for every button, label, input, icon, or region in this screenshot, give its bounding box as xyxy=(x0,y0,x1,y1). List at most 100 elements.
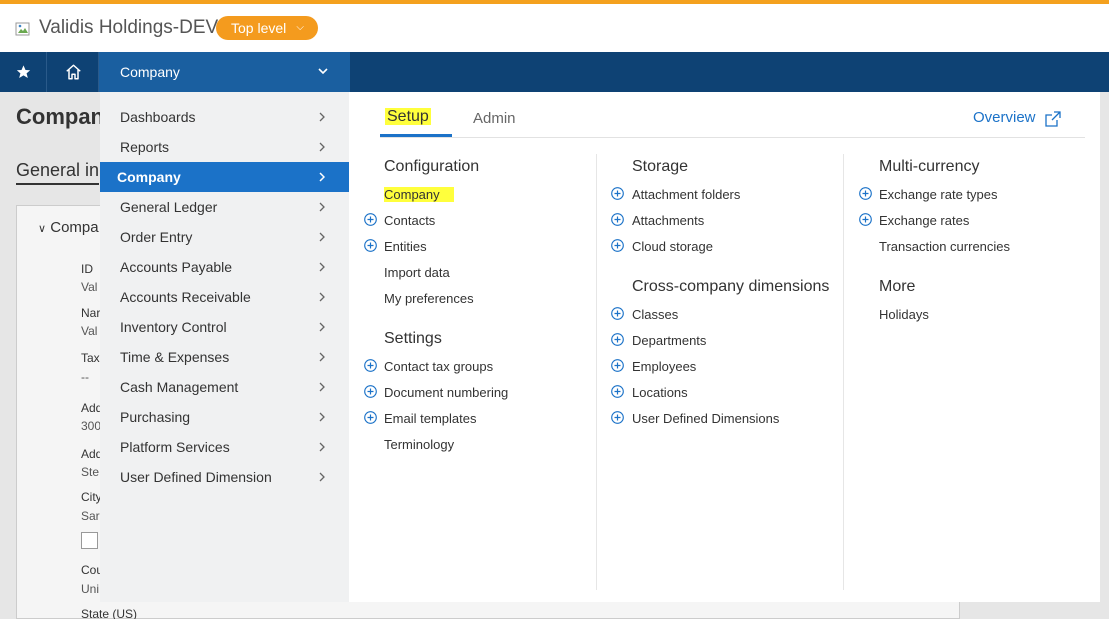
chevron-right-icon xyxy=(319,112,325,122)
link-terminology[interactable]: Terminology xyxy=(384,437,454,452)
add-circle-icon[interactable] xyxy=(611,359,624,372)
overview-link[interactable]: Overview xyxy=(973,109,1036,126)
menu-item-platform-services[interactable]: Platform Services xyxy=(100,432,349,462)
add-circle-icon[interactable] xyxy=(859,187,872,200)
add-circle-icon[interactable] xyxy=(364,239,377,252)
menu-item-dashboards[interactable]: Dashboards xyxy=(100,102,349,132)
section-configuration: Configuration xyxy=(384,158,480,175)
section-header[interactable]: ∨ Compa xyxy=(38,219,99,236)
page-title: Compan xyxy=(16,104,104,129)
field-value: Val xyxy=(81,324,98,338)
menu-item-time-expenses[interactable]: Time & Expenses xyxy=(100,342,349,372)
link-document-numbering[interactable]: Document numbering xyxy=(384,385,508,400)
field-label: Tax xyxy=(81,351,100,365)
chevron-right-icon xyxy=(319,472,325,482)
tab-admin[interactable]: Admin xyxy=(473,110,516,127)
link-exchange-rate-types[interactable]: Exchange rate types xyxy=(879,187,998,202)
menu-item-label: Dashboards xyxy=(120,109,196,125)
chevron-down-icon: ∨ xyxy=(38,223,47,235)
chevron-right-icon xyxy=(319,352,325,362)
home-button[interactable] xyxy=(47,52,99,92)
tab-setup[interactable]: Setup xyxy=(385,108,431,126)
submenu-panel: Setup Admin Overview Configuration Compa… xyxy=(349,92,1100,602)
column-divider xyxy=(596,154,597,590)
module-navbar: Company xyxy=(0,52,1109,92)
link-contact-tax-groups[interactable]: Contact tax groups xyxy=(384,359,493,374)
link-transaction-currencies[interactable]: Transaction currencies xyxy=(879,239,1010,254)
link-locations[interactable]: Locations xyxy=(632,385,688,400)
menu-item-label: Company xyxy=(117,169,181,185)
menu-item-general-ledger[interactable]: General Ledger xyxy=(100,192,349,222)
add-circle-icon[interactable] xyxy=(364,359,377,372)
link-attachments[interactable]: Attachments xyxy=(632,213,704,228)
chevron-right-icon xyxy=(319,232,325,242)
menu-item-label: Order Entry xyxy=(120,229,193,245)
chevron-down-icon: ⌵ xyxy=(296,22,304,33)
link-departments[interactable]: Departments xyxy=(632,333,706,348)
link-import-data[interactable]: Import data xyxy=(384,265,450,280)
tabs-divider xyxy=(380,137,1085,138)
section-multi-currency: Multi-currency xyxy=(879,158,980,175)
add-circle-icon[interactable] xyxy=(611,213,624,226)
link-contacts[interactable]: Contacts xyxy=(384,213,435,228)
menu-item-company[interactable]: Company xyxy=(100,162,349,192)
chevron-down-icon xyxy=(318,68,328,75)
menu-item-user-defined-dimension[interactable]: User Defined Dimension xyxy=(100,462,349,492)
add-circle-icon[interactable] xyxy=(611,333,624,346)
link-holidays[interactable]: Holidays xyxy=(879,307,929,322)
link-my-preferences[interactable]: My preferences xyxy=(384,291,474,306)
menu-item-label: General Ledger xyxy=(120,199,218,215)
menu-item-label: Reports xyxy=(120,139,170,155)
tab-general-info[interactable]: General in xyxy=(16,160,100,185)
app-header: Validis Holdings-DEV Top level ⌵ xyxy=(0,4,1109,52)
field-label: ID xyxy=(81,262,93,276)
field-value: Val xyxy=(81,280,98,294)
checkbox[interactable] xyxy=(81,532,98,549)
external-link-icon[interactable] xyxy=(1044,110,1062,128)
link-entities[interactable]: Entities xyxy=(384,239,427,254)
section-settings: Settings xyxy=(384,330,442,347)
field-value: -- xyxy=(81,370,89,384)
field-label: City xyxy=(81,490,102,504)
field-label: Nar xyxy=(81,306,101,320)
home-icon xyxy=(66,64,81,80)
link-company-label: Company xyxy=(384,187,454,202)
add-circle-icon[interactable] xyxy=(611,187,624,200)
add-circle-icon[interactable] xyxy=(364,411,377,424)
link-attachment-folders[interactable]: Attachment folders xyxy=(632,187,740,202)
menu-item-cash-management[interactable]: Cash Management xyxy=(100,372,349,402)
add-circle-icon[interactable] xyxy=(611,239,624,252)
chevron-right-icon xyxy=(319,202,325,212)
menu-item-label: Time & Expenses xyxy=(120,349,230,365)
link-exchange-rates[interactable]: Exchange rates xyxy=(879,213,969,228)
link-employees[interactable]: Employees xyxy=(632,359,696,374)
column-divider xyxy=(843,154,844,590)
link-cloud-storage[interactable]: Cloud storage xyxy=(632,239,713,254)
link-email-templates[interactable]: Email templates xyxy=(384,411,476,426)
add-circle-icon[interactable] xyxy=(611,307,624,320)
add-circle-icon[interactable] xyxy=(611,385,624,398)
menu-item-accounts-payable[interactable]: Accounts Payable xyxy=(100,252,349,282)
module-selector[interactable]: Company xyxy=(99,52,350,92)
favorites-button[interactable] xyxy=(0,52,47,92)
menu-item-label: User Defined Dimension xyxy=(120,469,272,485)
menu-item-reports[interactable]: Reports xyxy=(100,132,349,162)
link-company[interactable]: Company xyxy=(384,187,454,202)
field-value: 300 xyxy=(81,419,102,433)
add-circle-icon[interactable] xyxy=(611,411,624,424)
add-circle-icon[interactable] xyxy=(859,213,872,226)
menu-item-inventory-control[interactable]: Inventory Control xyxy=(100,312,349,342)
add-circle-icon[interactable] xyxy=(364,385,377,398)
field-value: Ste xyxy=(81,465,100,479)
menu-item-purchasing[interactable]: Purchasing xyxy=(100,402,349,432)
field-value: Sar xyxy=(81,509,100,523)
top-level-button[interactable]: Top level ⌵ xyxy=(216,16,318,40)
menu-item-accounts-receivable[interactable]: Accounts Receivable xyxy=(100,282,349,312)
chevron-right-icon xyxy=(319,442,325,452)
chevron-right-icon xyxy=(319,382,325,392)
company-name[interactable]: Validis Holdings-DEV xyxy=(39,17,218,39)
menu-item-order-entry[interactable]: Order Entry xyxy=(100,222,349,252)
link-classes[interactable]: Classes xyxy=(632,307,678,322)
link-user-defined-dimensions[interactable]: User Defined Dimensions xyxy=(632,411,779,426)
add-circle-icon[interactable] xyxy=(364,213,377,226)
